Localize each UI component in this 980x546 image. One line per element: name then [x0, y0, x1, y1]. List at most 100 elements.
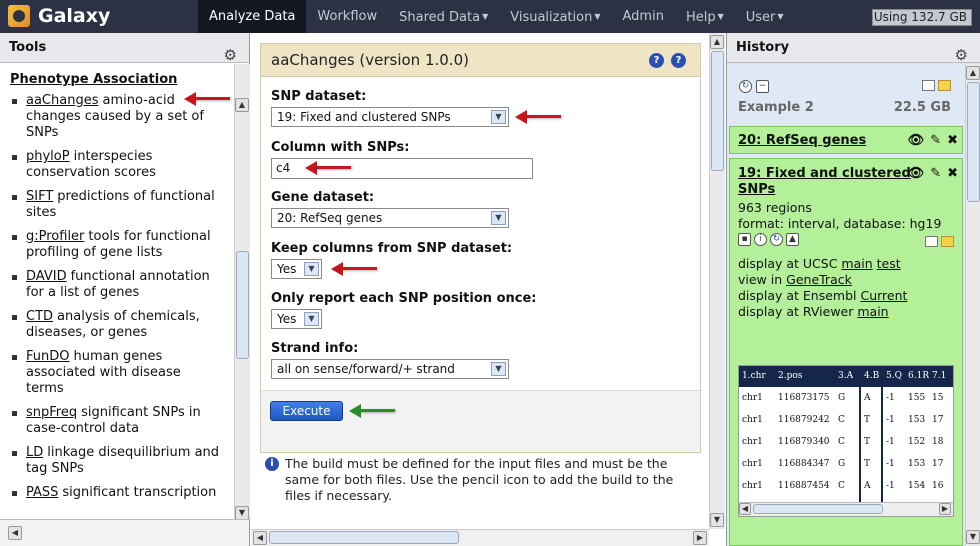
report-once-label: Only report each SNP position once:: [271, 291, 537, 306]
history-dataset-19[interactable]: 19: Fixed and clustered SNPs 👁 ✎ ✖ 963 r…: [729, 158, 963, 546]
center-hscroll[interactable]: ◀ ▶: [251, 529, 709, 546]
visualize-icon[interactable]: ▲: [786, 233, 799, 246]
tool-link[interactable]: CTD: [26, 309, 53, 324]
scroll-left-button[interactable]: ◀: [739, 503, 751, 515]
info-icon[interactable]: i: [754, 233, 767, 246]
chevron-down-icon[interactable]: ▼: [304, 262, 319, 276]
scroll-down-button[interactable]: ▼: [966, 530, 980, 544]
strand-select[interactable]: all on sense/forward/+ strand ▼: [271, 359, 509, 379]
scroll-down-button[interactable]: ▼: [235, 506, 249, 520]
tool-link[interactable]: snpFreq: [26, 405, 77, 420]
nav-tab-shared-data[interactable]: Shared Data ▼: [388, 0, 499, 33]
history-dataset-20[interactable]: 20: RefSeq genes 👁 ✎ ✖: [729, 126, 963, 154]
keep-columns-value: Yes: [277, 262, 297, 276]
gene-dataset-select[interactable]: 20: RefSeq genes ▼: [271, 208, 509, 228]
scroll-left-button[interactable]: ◀: [253, 531, 267, 545]
dataset-title-line1[interactable]: 19: Fixed and clustered: [738, 166, 911, 182]
keep-columns-select[interactable]: Yes ▼: [271, 259, 322, 279]
report-once-select[interactable]: Yes ▼: [271, 309, 322, 329]
center-vscroll[interactable]: ▲ ▼: [709, 33, 725, 529]
galaxy-logo[interactable]: Galaxy: [8, 5, 110, 27]
scroll-down-button[interactable]: ▼: [710, 513, 724, 527]
save-icon[interactable]: ▪: [738, 233, 751, 246]
tool-link[interactable]: LD: [26, 445, 43, 460]
history-name[interactable]: Example 2: [738, 100, 814, 115]
scroll-thumb[interactable]: [269, 531, 459, 544]
nav-tab-label: Shared Data: [399, 10, 481, 25]
annotation-icon[interactable]: [941, 236, 954, 247]
scroll-up-button[interactable]: ▲: [966, 66, 980, 80]
ucsc-test-link[interactable]: test: [877, 256, 901, 271]
main-nav: Analyze Data Workflow Shared Data ▼ Visualiz…: [198, 0, 795, 33]
bullet-icon: [12, 155, 17, 160]
eye-icon[interactable]: 👁: [908, 133, 925, 148]
scroll-right-button[interactable]: ▶: [939, 503, 951, 515]
execute-button[interactable]: Execute: [270, 401, 343, 421]
tool-description: linkage disequilibrium and tag SNPs: [26, 445, 220, 476]
table-cell: 15: [932, 393, 944, 403]
dataset-title[interactable]: 20: RefSeq genes: [738, 133, 866, 149]
tool-panel-header: Tools ⚙: [0, 33, 249, 64]
arrow-annotation-icon: [331, 262, 377, 276]
scroll-thumb[interactable]: [711, 51, 724, 171]
tool-link[interactable]: PASS: [26, 485, 58, 500]
table-cell: A: [859, 387, 883, 409]
tool-link[interactable]: aaChanges: [26, 93, 98, 108]
snp-dataset-select[interactable]: 19: Fixed and clustered SNPs ▼: [271, 107, 509, 127]
nav-tab-analyze-data[interactable]: Analyze Data: [198, 0, 307, 33]
help-circle-icon[interactable]: ?: [671, 53, 686, 68]
delete-icon[interactable]: ✖: [947, 166, 958, 181]
help-icon[interactable]: ?: [649, 53, 664, 68]
annotation-icon[interactable]: [938, 80, 951, 91]
chevron-down-icon[interactable]: ▼: [491, 211, 506, 225]
chevron-down-icon[interactable]: ▼: [304, 312, 319, 326]
dataset-tag-icons: [925, 236, 954, 247]
tool-link[interactable]: g:Profiler: [26, 229, 84, 244]
strand-label: Strand info:: [271, 341, 359, 356]
scroll-thumb[interactable]: [236, 251, 249, 359]
nav-tab-visualization[interactable]: Visualization ▼: [499, 0, 611, 33]
nav-tab-admin[interactable]: Admin: [612, 0, 675, 33]
scroll-thumb[interactable]: [967, 82, 980, 202]
tag-icon[interactable]: [922, 80, 935, 91]
pencil-icon[interactable]: ✎: [930, 133, 941, 148]
bullet-icon: [12, 235, 17, 240]
delete-icon[interactable]: ✖: [947, 133, 958, 148]
tool-form: aaChanges (version 1.0.0) ? ? SNP datase…: [260, 43, 701, 453]
ensembl-current-link[interactable]: Current: [860, 288, 907, 303]
tag-icon[interactable]: [925, 236, 938, 247]
refresh-icon[interactable]: ↻: [739, 80, 752, 93]
tool-link[interactable]: FunDO: [26, 349, 70, 364]
nav-tab-label: Admin: [622, 9, 664, 24]
pencil-icon[interactable]: ✎: [930, 166, 941, 181]
eye-icon[interactable]: 👁: [908, 166, 925, 181]
nav-tab-user[interactable]: User ▼: [735, 0, 795, 33]
peek-hscroll[interactable]: ◀ ▶: [739, 502, 953, 516]
rviewer-main-link[interactable]: main: [857, 304, 888, 319]
chevron-down-icon[interactable]: ▼: [491, 362, 506, 376]
collapse-icon[interactable]: −: [756, 80, 769, 93]
ucsc-main-link[interactable]: main: [841, 256, 872, 271]
scroll-left-button[interactable]: ◀: [8, 526, 22, 540]
tool-link[interactable]: phyloP: [26, 149, 70, 164]
nav-tab-help[interactable]: Help ▼: [675, 0, 735, 33]
masthead: Galaxy Analyze Data Workflow Shared Data ▼ V…: [0, 0, 980, 33]
tool-panel-hscroll[interactable]: ◀: [0, 519, 249, 546]
tool-link[interactable]: SIFT: [26, 189, 53, 204]
scroll-right-button[interactable]: ▶: [693, 531, 707, 545]
table-cell: chr1: [742, 415, 763, 425]
chevron-down-icon[interactable]: ▼: [491, 110, 506, 124]
genetrack-link[interactable]: GeneTrack: [786, 272, 852, 287]
scroll-thumb[interactable]: [753, 504, 883, 514]
tool-panel-vscroll[interactable]: ▲ ▼: [234, 64, 250, 520]
dataset-title-line2[interactable]: SNPs: [738, 182, 775, 198]
rerun-icon[interactable]: ↻: [770, 233, 783, 246]
dataset-actions: 👁 ✎ ✖: [908, 166, 958, 181]
tool-section-title[interactable]: Phenotype Association: [10, 72, 234, 87]
scroll-up-button[interactable]: ▲: [235, 98, 249, 112]
dataset-actions: 👁 ✎ ✖: [908, 133, 958, 148]
history-vscroll[interactable]: ▲ ▼: [965, 64, 980, 546]
nav-tab-workflow[interactable]: Workflow: [306, 0, 388, 33]
tool-link[interactable]: DAVID: [26, 269, 67, 284]
scroll-up-button[interactable]: ▲: [710, 35, 724, 49]
